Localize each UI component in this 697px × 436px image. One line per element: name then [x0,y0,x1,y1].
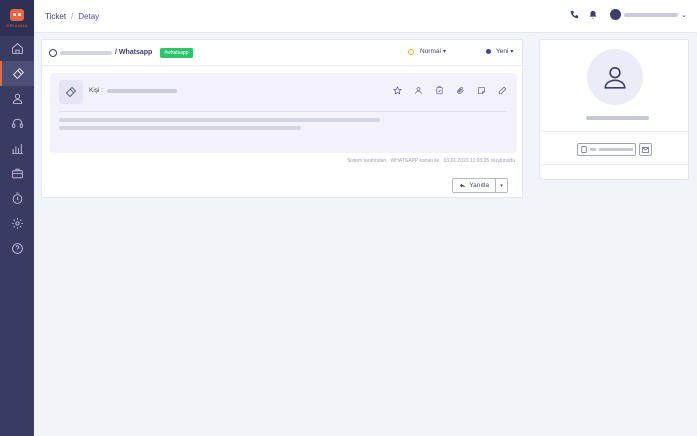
sidebar: ORIANNA [0,0,34,436]
ticket-icon [12,68,24,79]
meta-by: Sistem tarafından [346,158,387,164]
star-icon[interactable] [393,86,402,95]
briefcase-icon [11,168,23,179]
breadcrumb-root[interactable]: Ticket [45,12,66,21]
priority-value: Normal [420,48,441,55]
contact-label: Kişi : [89,87,104,94]
breadcrumb-current: Detay [78,11,100,21]
meta-channel: WHATSAPP kanalı ile [390,158,440,164]
logo[interactable]: ORIANNA [0,0,34,36]
ticket-meta: Sistem tarafından WHATSAPP kanalı ile 03… [344,158,515,164]
robot-logo-icon [10,8,24,21]
user-avatar[interactable] [610,9,622,20]
status-dropdown[interactable]: Yeni ▾ [486,48,513,55]
sidebar-item-help[interactable] [0,236,34,261]
assign-user-icon[interactable] [414,86,423,95]
bell-icon[interactable] [588,10,598,20]
message-toolbar [381,86,507,95]
customer-name-redacted [60,50,112,55]
sidebar-item-timer[interactable] [0,186,34,211]
sidebar-item-settings[interactable] [0,211,34,236]
sidebar-item-home[interactable] [0,36,34,61]
priority-dot-icon [408,48,414,55]
sidebar-item-work[interactable] [0,161,34,186]
headset-icon [11,118,23,128]
phone-number-redacted [599,148,633,151]
email-button[interactable] [639,143,652,156]
contact-panel [539,39,689,180]
logo-text: ORIANNA [6,22,28,28]
user-circle-icon [49,48,57,57]
clipboard-icon[interactable] [435,86,444,95]
user-icon [604,66,626,89]
message-box: Kişi : [50,73,517,153]
header-actions: ⌄ [560,9,687,20]
message-divider [59,111,507,112]
ticket-icon [65,86,77,98]
home-icon [11,43,23,54]
contact-name-redacted [107,89,177,93]
ticket-card: / Whatsapp #whatsapp Normal ▾ Yeni ▾ Kiş… [41,39,523,198]
panel-divider [540,131,688,132]
chart-icon [11,144,23,154]
top-header: Ticket / Detay ⌄ [34,0,697,33]
sidebar-item-users[interactable] [0,86,34,111]
user-name-redacted[interactable] [624,12,679,17]
help-icon [11,243,23,254]
attachment-icon[interactable] [456,86,465,95]
phone-number-button[interactable] [577,143,636,156]
sidebar-item-support[interactable] [0,111,34,136]
status-value: Yeni [496,48,509,55]
meta-time: 03.01.2022 11:03:35 oluşturuldu [443,158,515,164]
country-code-redacted [590,148,596,151]
panel-divider [540,164,688,165]
status-dot-icon [486,49,491,54]
contact-avatar [587,49,643,105]
sidebar-item-ticket[interactable] [0,61,34,86]
phone-icon[interactable] [569,10,579,20]
priority-dropdown[interactable]: Normal ▾ [408,48,446,55]
message-text-redacted [59,126,301,130]
message-text-redacted [59,118,380,122]
ticket-card-header: / Whatsapp #whatsapp Normal ▾ Yeni ▾ [42,40,522,66]
edit-icon[interactable] [498,86,507,95]
reply-button[interactable]: Yanıtla [452,178,496,193]
settings-icon [11,218,23,229]
chevron-down-icon[interactable]: ⌄ [681,11,687,19]
reply-label: Yanıtla [469,182,489,189]
sidebar-item-reports[interactable] [0,136,34,161]
channel-tag: #whatsapp [160,47,193,58]
reply-dropdown-toggle[interactable]: ▾ [496,178,508,193]
user-icon [12,93,22,104]
chevron-down-icon: ▾ [510,49,514,55]
ticket-thumb [59,80,83,104]
reply-button-group: Yanıtla ▾ [452,178,508,193]
timer-icon [12,192,22,204]
breadcrumb-separator: / [71,11,74,21]
chevron-down-icon: ▾ [442,49,446,55]
mobile-icon [581,146,587,153]
reply-icon [460,183,466,188]
channel-label: / Whatsapp [115,49,153,56]
mail-icon [642,146,649,153]
contact-name-redacted [586,116,649,120]
note-icon[interactable] [477,86,486,95]
